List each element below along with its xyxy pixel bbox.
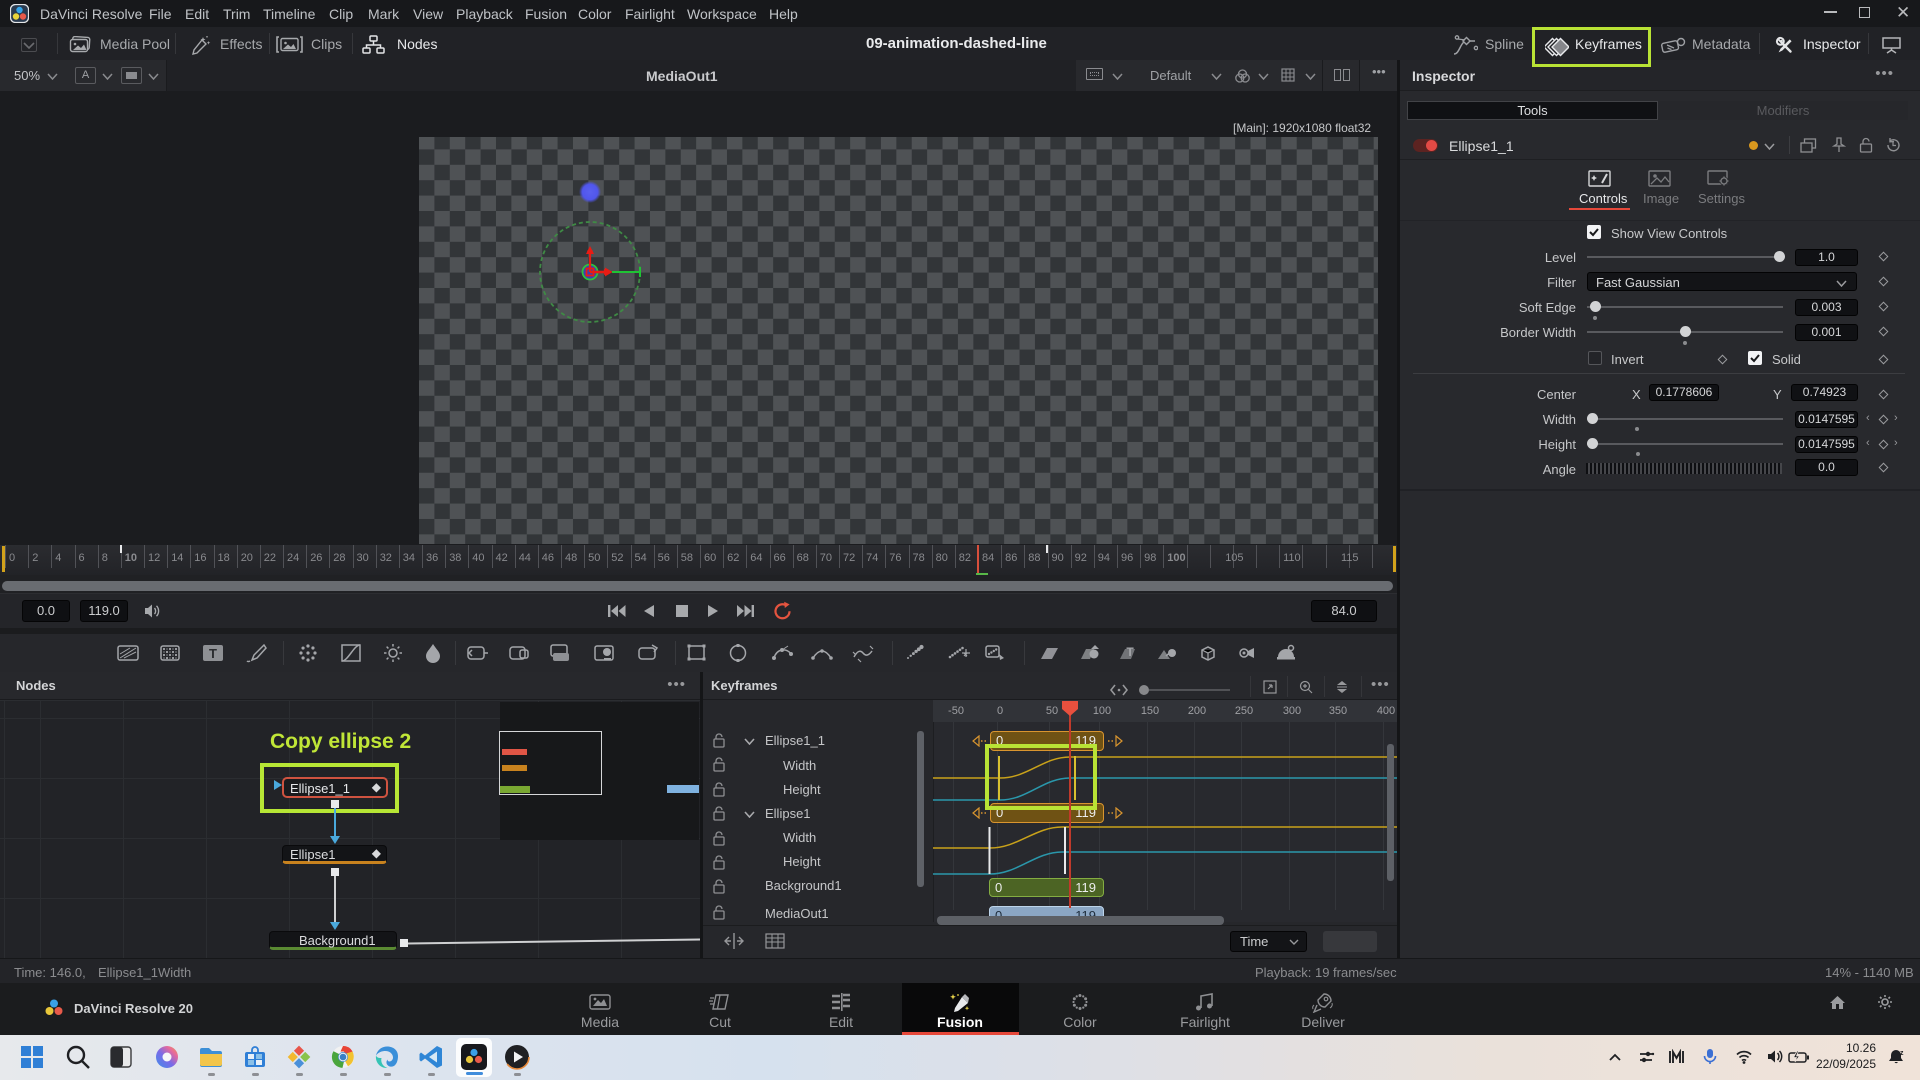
svg-text:T: T	[209, 646, 217, 661]
svg-text:T: T	[1126, 645, 1134, 659]
svg-text:z: z	[1900, 1050, 1904, 1057]
